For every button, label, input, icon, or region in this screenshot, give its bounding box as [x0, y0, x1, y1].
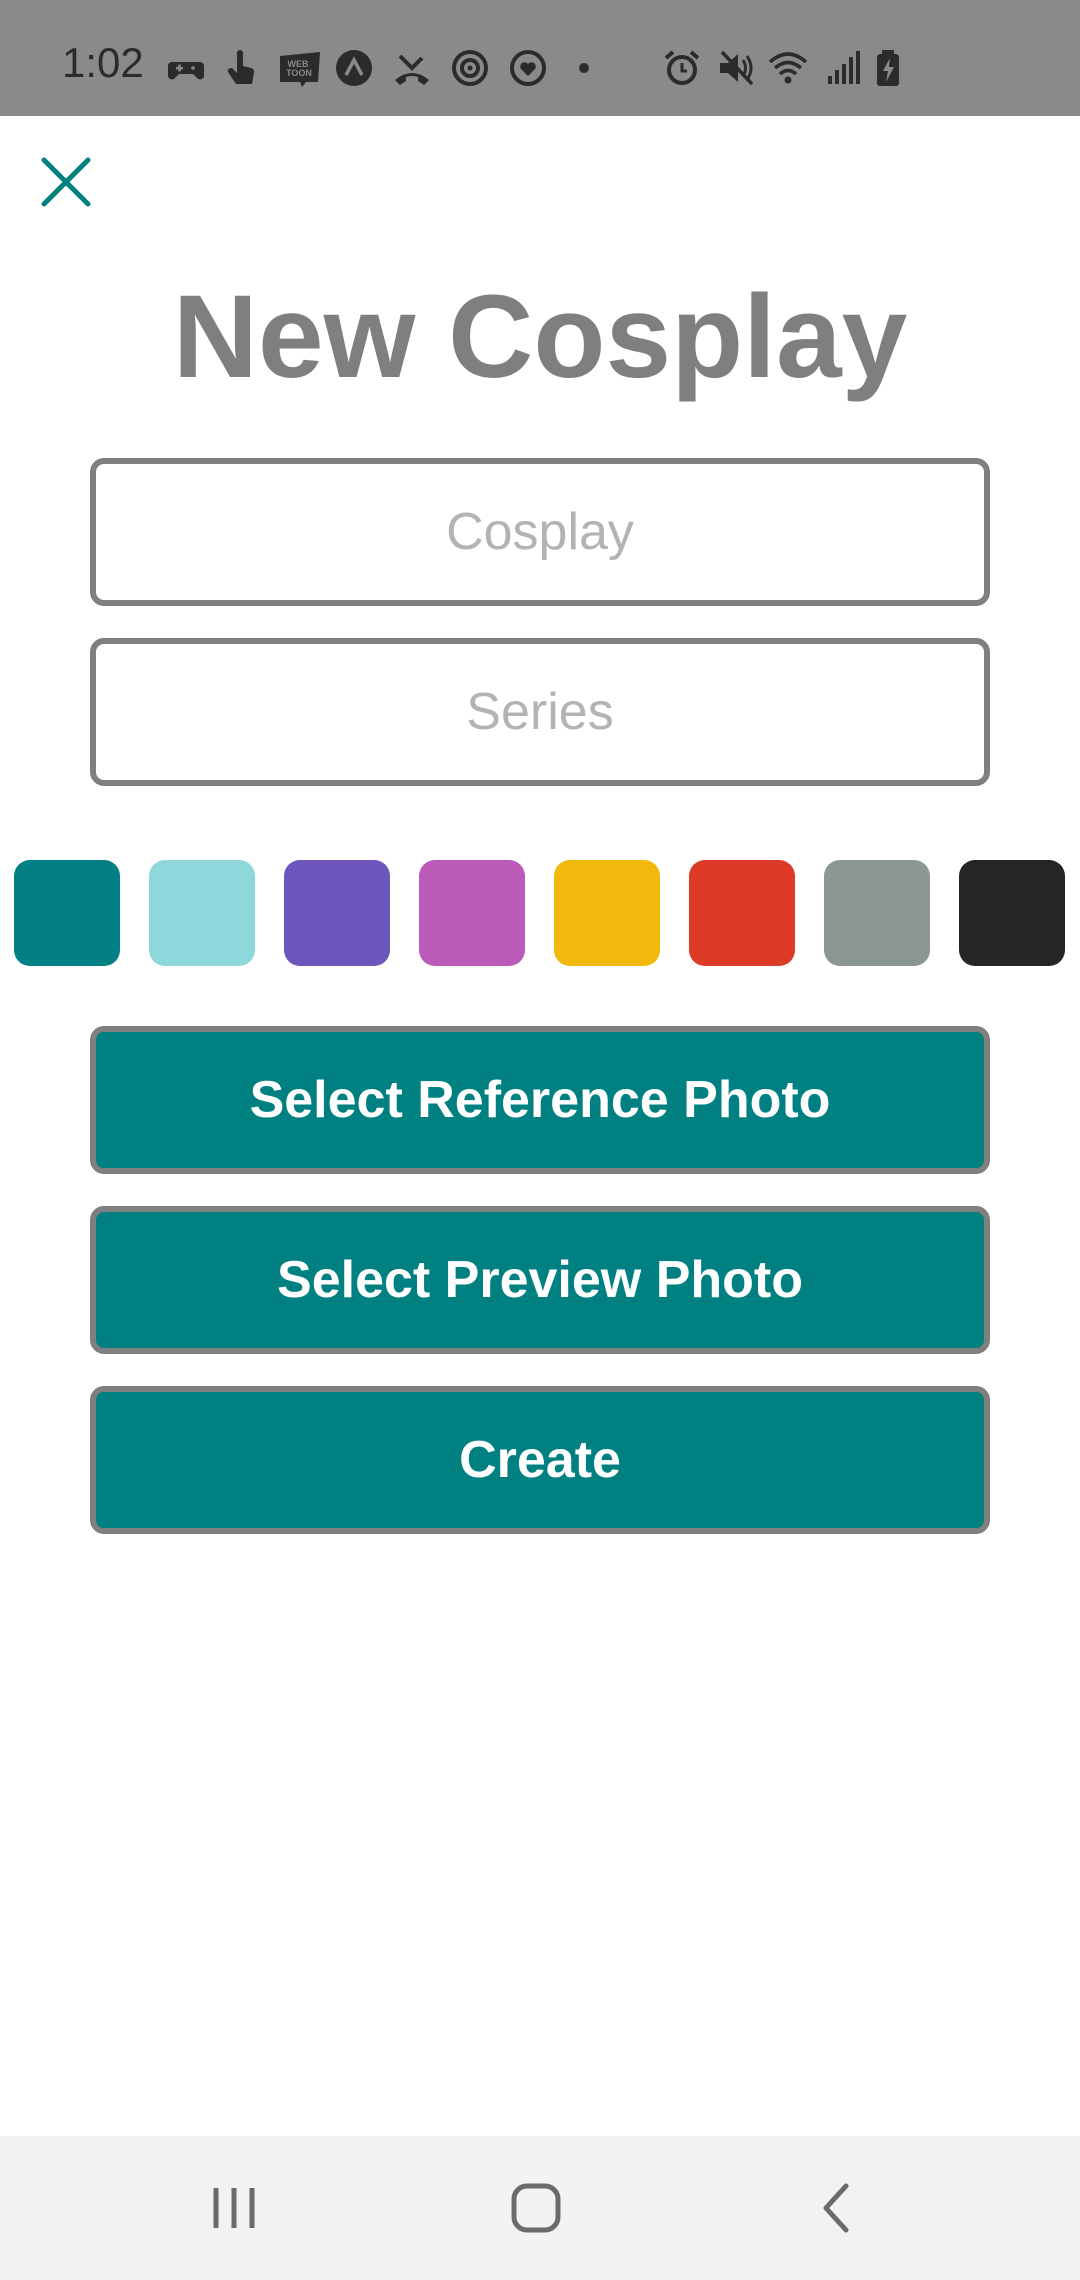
- dot-icon: [566, 48, 606, 88]
- series-input[interactable]: [90, 638, 990, 786]
- alarm-icon: [662, 48, 702, 88]
- heart-circle-icon: [508, 48, 548, 88]
- status-time: 1:02: [62, 39, 144, 86]
- color-swatch-black[interactable]: [959, 860, 1065, 966]
- status-bar: 1:02 WEB TOON: [0, 0, 1080, 116]
- create-button[interactable]: Create: [90, 1386, 990, 1534]
- page-title: New Cosplay: [172, 271, 908, 403]
- color-swatch-teal[interactable]: [14, 860, 120, 966]
- back-button[interactable]: [802, 2172, 874, 2244]
- color-swatch-magenta[interactable]: [419, 860, 525, 966]
- recent-apps-button[interactable]: [198, 2172, 270, 2244]
- home-icon: [511, 2183, 561, 2233]
- game-controller-icon: [166, 48, 206, 88]
- signal-icon: [822, 48, 862, 88]
- arrow-up-circle-icon: [334, 48, 374, 88]
- close-icon: [41, 157, 91, 207]
- svg-text:TOON: TOON: [286, 68, 312, 78]
- battery-charging-icon: [868, 48, 908, 88]
- color-swatch-gray[interactable]: [824, 860, 930, 966]
- recent-apps-icon: [213, 2188, 255, 2228]
- navigation-bar: [0, 2136, 1080, 2280]
- wifi-icon: [768, 48, 808, 88]
- back-icon: [823, 2183, 849, 2233]
- touch-icon: [222, 48, 262, 88]
- color-swatch-light-cyan[interactable]: [149, 860, 255, 966]
- home-button[interactable]: [500, 2172, 572, 2244]
- target-icon: [450, 48, 490, 88]
- color-swatch-yellow[interactable]: [554, 860, 660, 966]
- missed-call-icon: [392, 48, 432, 88]
- select-reference-photo-button[interactable]: Select Reference Photo: [90, 1026, 990, 1174]
- mute-icon: [716, 48, 756, 88]
- color-swatch-purple[interactable]: [284, 860, 390, 966]
- color-swatch-red[interactable]: [689, 860, 795, 966]
- webtoon-icon: WEB TOON: [278, 48, 322, 88]
- cosplay-input[interactable]: [90, 458, 990, 606]
- select-preview-photo-button[interactable]: Select Preview Photo: [90, 1206, 990, 1354]
- close-button[interactable]: [36, 152, 96, 212]
